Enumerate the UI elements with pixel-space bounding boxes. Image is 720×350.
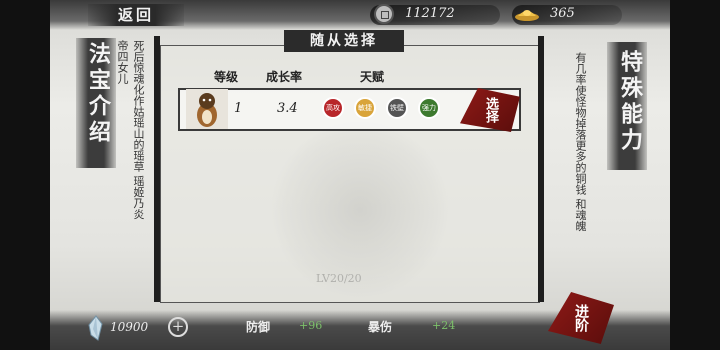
follower-level: 1 xyxy=(234,101,243,116)
special-ability-description: 有几率使怪物掉落更多的铜钱 和魂魄 xyxy=(574,52,587,232)
special-ability-title: 特殊能力 xyxy=(617,50,643,154)
copper-coin-value: 112172 xyxy=(405,6,455,21)
panel-pole-right xyxy=(538,36,544,302)
header-talent: 天赋 xyxy=(360,70,385,84)
header-level: 等级 xyxy=(214,70,239,84)
follower-portrait-icon xyxy=(186,89,228,129)
faint-level-text: LV20/20 xyxy=(316,272,362,285)
talent-badge-2[interactable]: 敏捷 xyxy=(354,97,376,119)
copper-coin-icon xyxy=(374,4,394,24)
defense-label: 防御 xyxy=(246,320,271,334)
panel-pole-left xyxy=(154,36,160,302)
gold-ingot-icon xyxy=(515,10,539,21)
crystal-icon xyxy=(88,315,103,341)
add-crystal-button[interactable]: + xyxy=(168,317,188,337)
header-growth: 成长率 xyxy=(266,70,303,84)
left-edge-bar xyxy=(0,0,50,350)
right-edge-bar xyxy=(670,0,720,350)
gold-ingot-value: 365 xyxy=(550,6,575,21)
treasure-intro-title: 法宝介绍 xyxy=(85,42,111,146)
back-button[interactable]: 返回 xyxy=(88,4,184,26)
follower-growth: 3.4 xyxy=(277,101,298,116)
defense-value: +96 xyxy=(299,319,323,332)
talent-badge-3[interactable]: 铁壁 xyxy=(386,97,408,119)
treasure-description: 死后惊魂化作姑瑶山的瑶草 瑶姬乃炎帝四女儿 xyxy=(116,40,145,220)
follower-select-title: 随从选择 xyxy=(284,30,404,52)
talent-badge-1[interactable]: 高攻 xyxy=(322,97,344,119)
crystal-value: 10900 xyxy=(110,320,149,334)
crit-damage-label: 暴伤 xyxy=(368,320,393,334)
crit-damage-value: +24 xyxy=(432,319,456,332)
talent-badge-4[interactable]: 强力 xyxy=(418,97,440,119)
